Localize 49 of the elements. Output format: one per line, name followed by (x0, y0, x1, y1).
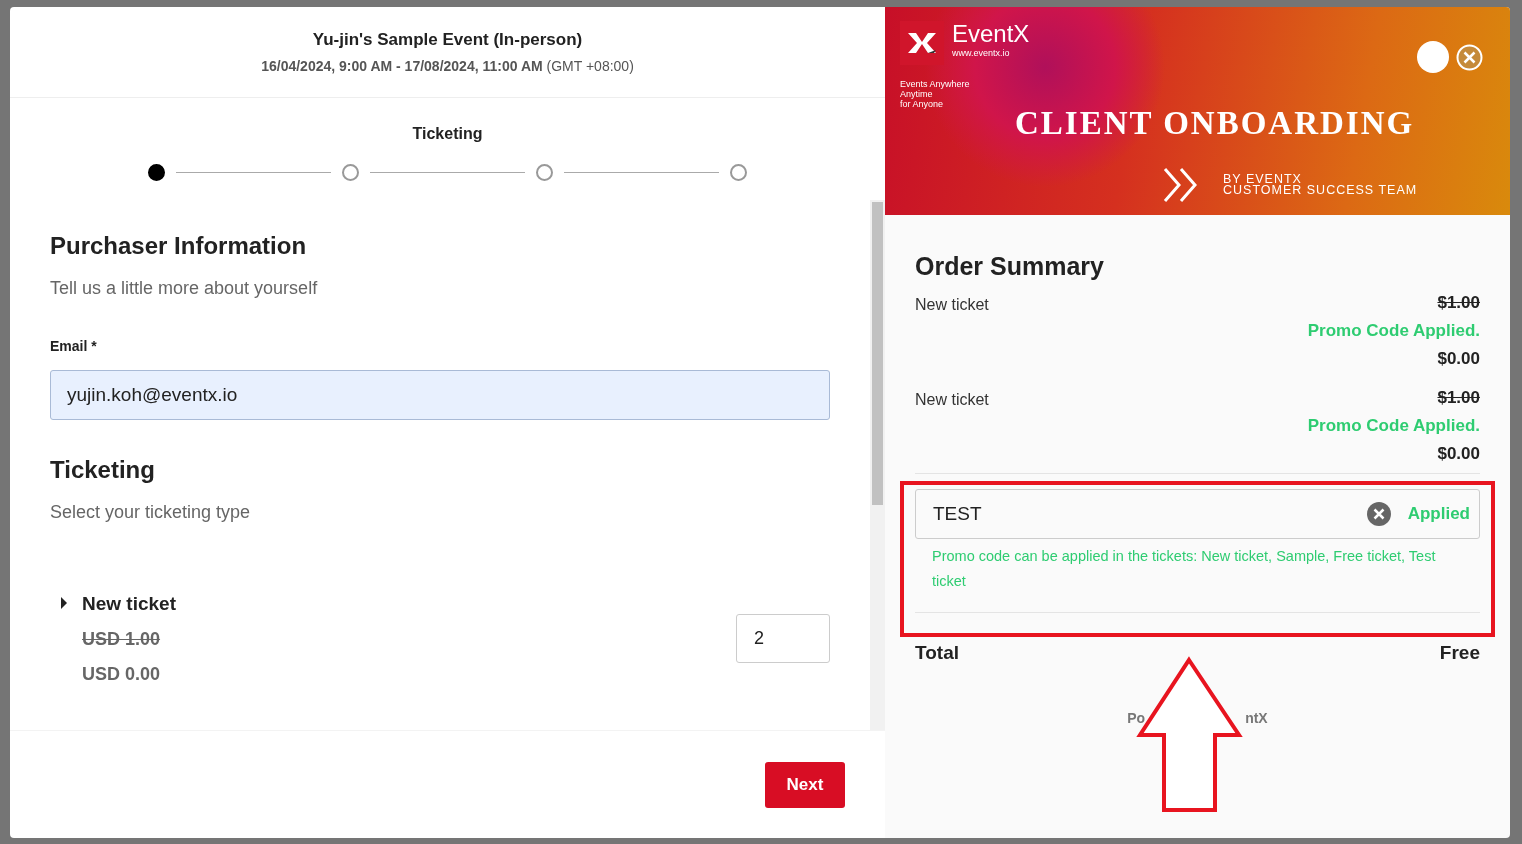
event-dates: 16/04/2024, 9:00 AM - 17/08/2024, 11:00 AM (GMT +08:00) (261, 56, 634, 76)
promo-status: Applied (1407, 503, 1470, 526)
tagline-text: for Anyone (900, 99, 945, 109)
item-name: New ticket (915, 295, 989, 315)
original-price: $1.00 (1437, 292, 1480, 314)
item-name: New ticket (915, 390, 989, 410)
logo-icon (900, 21, 944, 65)
original-price: $1.00 (1437, 387, 1480, 409)
ticket-price: USD 0.00 (82, 663, 162, 687)
section-heading: Purchaser Information (50, 232, 308, 261)
tagline-text: Events Anywhere (900, 79, 970, 89)
promo-code-field[interactable]: TEST Applied (915, 489, 1480, 539)
email-field[interactable]: yujin.koh@eventx.io (50, 369, 830, 420)
item-price: $0.00 (1437, 348, 1480, 370)
footer-text: Po (1127, 708, 1146, 728)
brand-name: EventX (952, 21, 1030, 47)
step-dot[interactable] (148, 164, 165, 181)
item-price: $0.00 (1437, 443, 1480, 465)
summary-heading: Order Summary (915, 251, 1105, 281)
tagline-text: Anytime (900, 89, 934, 99)
section-subtitle: Tell us a little more about yourself (50, 276, 319, 300)
field-label: Email * (50, 336, 98, 356)
section-subtitle: Select your ticketing type (50, 500, 252, 524)
close-icon[interactable] (1456, 44, 1483, 71)
scrollbar[interactable] (870, 200, 885, 730)
promo-message: Promo code can be applied in the tickets: New ticket, Sample, Free ticket, Test ticket (931, 547, 1437, 591)
byline-text: BY EVENTX (1223, 174, 1303, 185)
step-title: Ticketing (412, 124, 483, 144)
promo-code-value: TEST (933, 501, 983, 526)
event-title: Yu-jin's Sample Event (In-person) (312, 29, 583, 52)
banner-title: CLIENT ONBOARDING (1015, 104, 1415, 143)
byline-text: CUSTOMER SUCCESS TEAM (1223, 185, 1418, 196)
clear-icon[interactable] (1365, 501, 1392, 527)
caret-right-icon[interactable] (60, 596, 68, 609)
step-dot[interactable] (536, 164, 553, 181)
step-dot[interactable] (342, 164, 359, 181)
toggle-knob[interactable] (1417, 41, 1449, 73)
brand-url: www.eventx.io (952, 47, 1011, 60)
footer-text: ntX (1245, 708, 1268, 728)
total-label: Total (915, 641, 959, 665)
section-heading: Ticketing (50, 455, 156, 485)
promo-note: Promo Code Applied. (1307, 320, 1480, 342)
original-price: USD 1.00 (82, 628, 162, 652)
step-dot[interactable] (730, 164, 747, 181)
next-button[interactable]: Next (765, 761, 845, 808)
total-value: Free (1439, 641, 1480, 665)
ticket-name: New ticket (82, 591, 176, 616)
promo-note: Promo Code Applied. (1307, 415, 1480, 437)
quantity-field[interactable]: 2 (736, 614, 830, 664)
